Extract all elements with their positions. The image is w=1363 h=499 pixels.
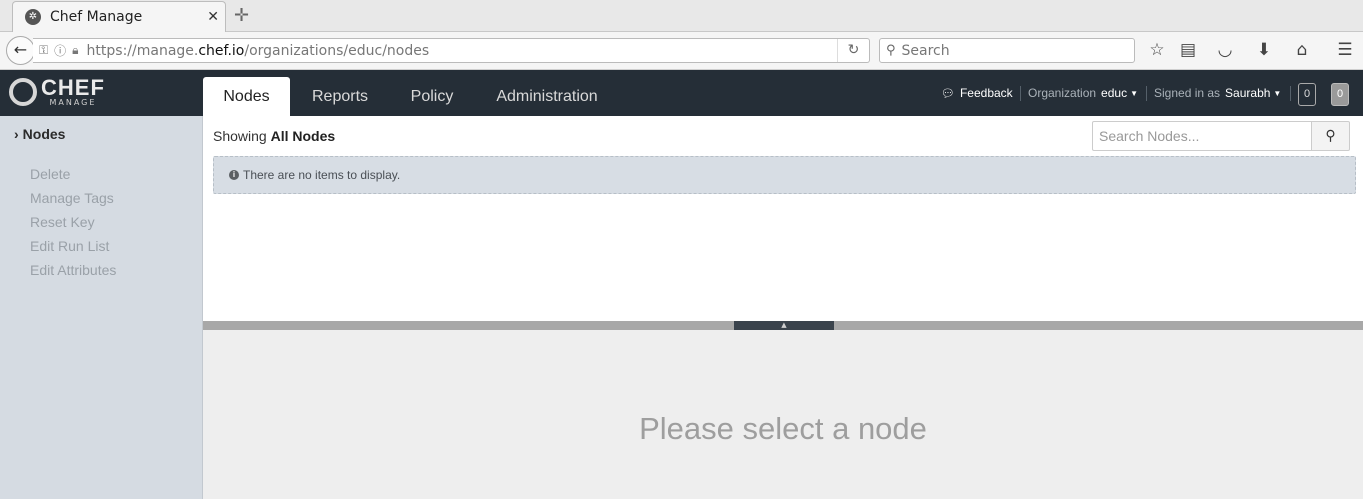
chef-favicon-icon: ✲ <box>25 9 41 25</box>
signed-in-label: Signed in as <box>1154 86 1221 100</box>
showing-label: Showing All Nodes <box>213 128 336 144</box>
node-detail-pane: Please select a node <box>203 330 1363 499</box>
browser-tab-title: Chef Manage <box>50 9 143 25</box>
caret-down-icon: ▼ <box>1130 88 1138 98</box>
browser-search-bar[interactable]: ⚲ Search <box>879 38 1135 63</box>
home-icon[interactable]: ⌂ <box>1292 40 1312 60</box>
menu-icon[interactable]: ☰ <box>1335 40 1355 60</box>
browser-navbar: ← ⚿ ⓘ 🔒︎ https://manage.chef.io/organiza… <box>0 32 1363 70</box>
logo-subtext: MANAGE <box>49 98 97 107</box>
chef-logo[interactable]: CHEF MANAGE <box>9 75 105 108</box>
sidebar-action-edit-run-list[interactable]: Edit Run List <box>30 238 109 254</box>
new-tab-icon[interactable]: ✛ <box>234 5 249 26</box>
sidebar-action-delete[interactable]: Delete <box>30 166 70 182</box>
sidebar-action-edit-attributes[interactable]: Edit Attributes <box>30 262 116 278</box>
search-icon: ⚲ <box>1325 128 1336 144</box>
empty-message: There are no items to display. <box>243 168 401 182</box>
browser-search-placeholder: Search <box>901 42 950 59</box>
organization-label: Organization <box>1028 86 1097 100</box>
tab-policy[interactable]: Policy <box>398 77 466 116</box>
chef-logo-icon <box>9 78 37 106</box>
lock-icon[interactable]: 🔒︎ <box>72 43 78 58</box>
empty-alert: i There are no items to display. <box>213 156 1356 194</box>
pane-splitter[interactable]: ▲ <box>203 321 1363 330</box>
info-circle-icon[interactable]: ⓘ <box>54 42 66 59</box>
signed-in-user: Saurabh <box>1225 86 1271 100</box>
browser-tab-strip: ✲ Chef Manage ✕ ✛ <box>0 0 1363 32</box>
header-divider <box>1146 86 1147 101</box>
download-icon[interactable]: ⬇ <box>1254 40 1274 60</box>
sidebar-action-manage-tags[interactable]: Manage Tags <box>30 190 114 206</box>
speech-bubble-icon: 💬︎ <box>941 87 955 100</box>
url-text[interactable]: https://manage.chef.io/organizations/edu… <box>87 43 430 59</box>
caret-down-icon: ▼ <box>1273 88 1282 98</box>
feedback-link[interactable]: 💬︎ Feedback <box>941 70 1013 116</box>
info-icon: i <box>229 170 239 180</box>
organization-value: educ <box>1101 86 1128 100</box>
search-icon: ⚲ <box>886 43 896 58</box>
reload-icon[interactable]: ↻ <box>837 39 869 62</box>
splitter-handle[interactable]: ▲ <box>734 321 834 330</box>
reading-list-icon[interactable]: ▤ <box>1178 40 1198 60</box>
tab-nodes[interactable]: Nodes <box>203 77 290 116</box>
bookmark-star-icon[interactable]: ☆ <box>1147 40 1167 60</box>
select-node-message: Please select a node <box>639 411 927 446</box>
url-bar[interactable]: ⚿ ⓘ 🔒︎ https://manage.chef.io/organizati… <box>33 38 870 63</box>
logo-text: CHEF <box>41 75 105 100</box>
nodes-list-pane: Showing All Nodes Search Nodes... ⚲ i Th… <box>203 116 1363 321</box>
organization-dropdown[interactable]: Organization educ ▼ <box>1028 70 1138 116</box>
header-divider <box>1020 86 1021 101</box>
sidebar-action-reset-key[interactable]: Reset Key <box>30 214 95 230</box>
back-icon[interactable]: ← <box>6 36 35 65</box>
signed-in-dropdown[interactable]: Signed in as Saurabh ▼ <box>1154 70 1281 116</box>
tab-administration[interactable]: Administration <box>485 77 609 116</box>
notification-badge[interactable]: 0 <box>1298 83 1316 106</box>
key-icon[interactable]: ⚿ <box>39 43 48 58</box>
pocket-icon[interactable]: ◡ <box>1215 40 1235 60</box>
browser-tab[interactable]: ✲ Chef Manage ✕ <box>12 1 226 32</box>
sidebar: › Nodes Delete Manage Tags Reset Key Edit… <box>0 116 203 499</box>
header-divider <box>1290 86 1291 101</box>
search-button[interactable]: ⚲ <box>1311 121 1350 151</box>
alert-badge[interactable]: 0 <box>1331 83 1349 106</box>
showing-value: All Nodes <box>270 128 336 144</box>
sidebar-title[interactable]: › Nodes <box>14 126 65 142</box>
caret-up-icon: ▲ <box>781 321 787 329</box>
feedback-label: Feedback <box>959 86 1013 100</box>
tab-reports[interactable]: Reports <box>300 77 380 116</box>
app-header: CHEF MANAGE Nodes Reports Policy Adminis… <box>0 70 1363 116</box>
search-nodes-input[interactable]: Search Nodes... <box>1092 121 1312 151</box>
chevron-right-icon: › <box>14 126 19 142</box>
close-tab-icon[interactable]: ✕ <box>207 9 219 25</box>
